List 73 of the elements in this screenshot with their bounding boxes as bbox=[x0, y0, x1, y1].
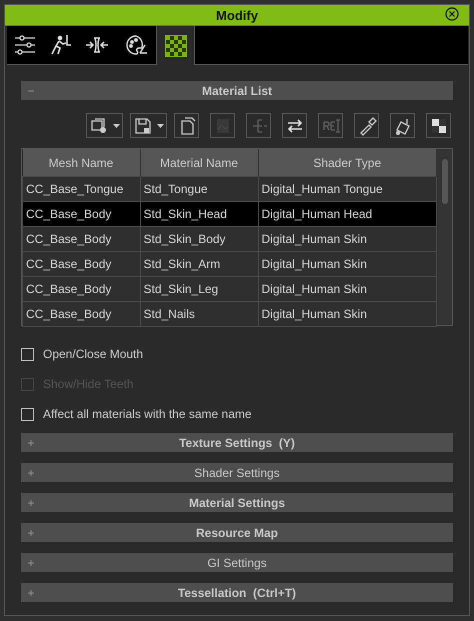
column-header[interactable]: Mesh Name bbox=[22, 149, 140, 176]
table-row[interactable]: CC_Base_Body Std_Nails Digital_Human Skin bbox=[22, 302, 436, 326]
table-cell: CC_Base_Tongue bbox=[26, 182, 124, 196]
toggle-icon: + bbox=[23, 496, 39, 510]
checkbox-label: Affect all materials with the same name bbox=[43, 407, 252, 421]
toolbar-button[interactable] bbox=[282, 113, 307, 138]
section-header[interactable]: + Resource Map bbox=[21, 523, 453, 542]
table-cell: Std_Skin_Arm bbox=[144, 257, 220, 271]
table-cell: Digital_Human Skin bbox=[262, 257, 367, 271]
table-row[interactable]: CC_Base_Body Std_Skin_Body Digital_Human Skin bbox=[22, 226, 436, 252]
table-cell: Digital_Human Skin bbox=[262, 232, 367, 246]
table-cell: Std_Skin_Head bbox=[144, 207, 227, 221]
close-button[interactable] bbox=[445, 7, 459, 21]
section-title: Material List bbox=[200, 84, 274, 98]
table-row[interactable]: CC_Base_Body Std_Skin_Arm Digital_Human Skin bbox=[22, 252, 436, 276]
table-row[interactable]: CC_Base_Tongue Std_Tongue Digital_Human Tongue bbox=[22, 176, 436, 202]
toolbar-button[interactable] bbox=[390, 113, 415, 138]
toggle-icon: + bbox=[23, 436, 39, 450]
table-cell: CC_Base_Body bbox=[26, 307, 112, 321]
table-cell: Std_Skin_Leg bbox=[144, 282, 218, 296]
table-cell: Std_Tongue bbox=[144, 182, 208, 196]
tab[interactable] bbox=[115, 26, 157, 65]
palette-icon bbox=[124, 33, 148, 57]
table-row[interactable]: CC_Base_Body Std_Skin_Head Digital_Human Head bbox=[22, 202, 436, 226]
sliders-icon bbox=[13, 33, 37, 57]
toggle-icon: − bbox=[23, 84, 39, 98]
section-header[interactable]: + GI Settings bbox=[21, 553, 453, 572]
section-title: Tessellation (Ctrl+T) bbox=[176, 586, 298, 600]
close-icon bbox=[445, 7, 459, 21]
toggle-icon: + bbox=[23, 556, 39, 570]
toggle-icon: + bbox=[23, 466, 39, 480]
column-header[interactable]: Shader Type bbox=[258, 149, 436, 176]
toggle-icon: + bbox=[23, 526, 39, 540]
table-cell: Digital_Human Skin bbox=[262, 307, 367, 321]
table-cell: CC_Base_Body bbox=[26, 207, 112, 221]
table-cell: Digital_Human Skin bbox=[262, 282, 367, 296]
section-header[interactable]: + Shader Settings bbox=[21, 463, 453, 482]
table-cell: Std_Nails bbox=[144, 307, 195, 321]
table-row[interactable]: CC_Base_Body Std_Skin_Leg Digital_Human Skin bbox=[22, 276, 436, 302]
checkerboard-icon bbox=[164, 34, 186, 56]
column-header[interactable]: Material Name bbox=[140, 149, 258, 176]
section-header[interactable]: + Material Settings bbox=[21, 493, 453, 512]
section-header[interactable]: − Material List bbox=[21, 81, 453, 100]
table-cell: CC_Base_Body bbox=[26, 282, 112, 296]
table-cell: Digital_Human Head bbox=[262, 207, 372, 221]
scrollbar-thumb[interactable] bbox=[442, 159, 448, 204]
table-cell: Digital_Human Tongue bbox=[262, 182, 383, 196]
checkbox[interactable] bbox=[21, 348, 34, 360]
section-title: GI Settings bbox=[206, 556, 268, 570]
section-title: Resource Map bbox=[194, 526, 280, 540]
section-header[interactable]: + Tessellation (Ctrl+T) bbox=[21, 583, 453, 602]
table-cell: Std_Skin_Body bbox=[144, 232, 226, 246]
toggle-icon: + bbox=[23, 586, 39, 600]
tab[interactable] bbox=[7, 26, 43, 65]
dropdown-button[interactable] bbox=[130, 113, 167, 138]
section-header[interactable]: + Texture Settings (Y) bbox=[21, 433, 453, 452]
window-title: Modify bbox=[216, 8, 258, 22]
toolbar-button[interactable] bbox=[174, 113, 199, 138]
checkbox[interactable] bbox=[21, 408, 34, 420]
caret-icon bbox=[113, 124, 120, 128]
section-title: Texture Settings (Y) bbox=[178, 436, 296, 450]
save-icon bbox=[133, 116, 153, 136]
table-cell: CC_Base_Body bbox=[26, 257, 112, 271]
dropdown-button[interactable] bbox=[86, 113, 123, 138]
running-figure-icon bbox=[49, 33, 73, 57]
toolbar-button[interactable] bbox=[354, 113, 379, 138]
image-add-icon bbox=[89, 116, 109, 136]
toolbar-button[interactable] bbox=[426, 113, 451, 138]
caret-icon bbox=[157, 124, 164, 128]
checkbox-label: Open/Close Mouth bbox=[43, 347, 144, 361]
section-title: Shader Settings bbox=[193, 466, 281, 480]
table-cell: CC_Base_Body bbox=[26, 232, 112, 246]
section-title: Material Settings bbox=[188, 496, 286, 510]
